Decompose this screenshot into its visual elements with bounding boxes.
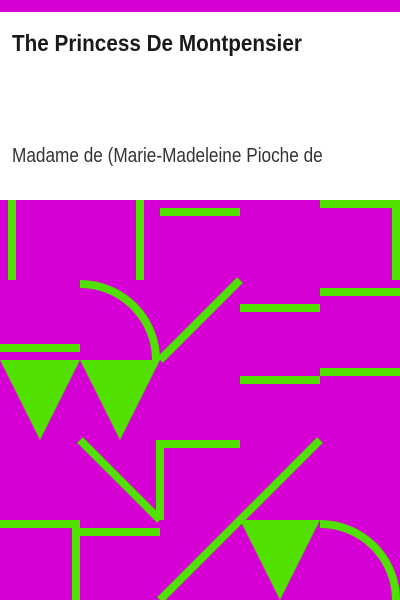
book-author: Madame de (Marie-Madeleine Pioche de [12,145,323,167]
cover-pattern [0,200,400,600]
book-title: The Princess De Montpensier [12,30,302,56]
top-color-band [0,0,400,12]
book-cover: The Princess De Montpensier Madame de (M… [0,0,400,600]
